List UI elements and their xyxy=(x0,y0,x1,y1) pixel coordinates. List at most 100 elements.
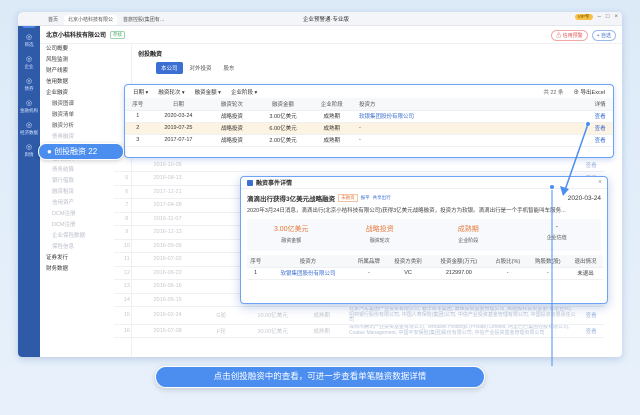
cell-investor xyxy=(344,158,579,172)
cell-detail[interactable]: 查看 xyxy=(587,134,613,147)
table-header: 企业阶段 xyxy=(308,98,355,111)
table-row: 1 软银集团股份有限公司 - VC 212997.00- - 未退出 xyxy=(247,267,603,280)
sidebar-item-label: 保险信息 xyxy=(52,244,75,250)
table-header: 序号 xyxy=(247,255,265,268)
sidebar-item[interactable]: 风险监测 xyxy=(40,55,131,66)
cell-stage xyxy=(298,158,345,172)
filter-dropdown[interactable]: 融资金额 ▾ xyxy=(195,88,221,96)
cell-round: G轮 xyxy=(195,306,247,325)
cell-stage: 成熟期 xyxy=(298,324,345,338)
titlebar-tab[interactable]: 首页 xyxy=(44,15,62,25)
export-excel-button[interactable]: ⊕ 导出Excel xyxy=(574,88,605,96)
financing-event-modal: 融资事件详情 × 滴滴出行获得3亿美元战略融资 未融资 报平 共享出行 2020… xyxy=(240,176,608,304)
sidebar-item[interactable]: 信用数据 xyxy=(40,77,131,88)
sidebar-item-label: 风险监测 xyxy=(46,57,69,63)
cell-investor[interactable]: 软银集团股份有限公司 xyxy=(264,267,352,280)
venture-financing-callout[interactable]: ● 创投融资 22 xyxy=(38,143,124,160)
sidebar-item[interactable]: 财产线索 xyxy=(40,66,131,77)
table-row: 16 2015-07-08 F轮 30.00亿美元 成熟期 深圳市腾讯产业投资基金有限公司… xyxy=(114,324,604,338)
cell-round: F轮 xyxy=(195,324,247,338)
leftbar-item-label: 债券 xyxy=(24,86,34,91)
subtab[interactable]: 本公司 xyxy=(156,62,183,74)
cell-investor: 北京汽车集团产业投资有限公司, 春华资本集团, 鼎晖投资基金管理公司, 民航股权… xyxy=(344,306,579,325)
leftbar-item-label: 金融机构 xyxy=(20,108,38,113)
sidebar-item[interactable]: 债券融资 xyxy=(40,132,131,143)
maximize-icon[interactable]: □ xyxy=(606,14,610,20)
sidebar-item-label: 融资清单 xyxy=(52,112,75,118)
subtabs: 本公司 对外投资 股东 xyxy=(132,58,622,74)
modal-close-icon[interactable]: × xyxy=(598,179,602,186)
cell-detail[interactable]: 查看 xyxy=(587,110,613,123)
financing-table-panel: 日期 ▾ 融资轮次 ▾ 融资金额 ▾ 企业阶段 ▾ 共 22 条 ⊕ 导出Excel … xyxy=(124,84,614,158)
cell-exit: 未退出 xyxy=(568,267,603,280)
pointer-marker xyxy=(585,121,591,127)
sidebar-item[interactable]: 融资分析 xyxy=(40,121,131,132)
filter-dropdown[interactable]: 融资轮次 ▾ xyxy=(158,88,184,96)
cell-no: 5 xyxy=(114,171,140,186)
modal-icon xyxy=(247,179,253,186)
cell-amount: 212997.00 xyxy=(429,267,488,280)
cell-date: 2020-03-24 xyxy=(150,110,207,123)
cell-no: 15 xyxy=(114,306,140,325)
leftbar-item-label: 目选 xyxy=(24,42,34,47)
cell-detail[interactable]: 查看 xyxy=(587,122,613,135)
minimize-icon[interactable]: – xyxy=(598,14,601,20)
leftbar-item-5[interactable]: ◎ 舆情 xyxy=(18,140,40,162)
sidebar-item[interactable]: 企业融资 xyxy=(40,88,131,99)
vip-badge[interactable]: VIP专 xyxy=(574,14,593,20)
credit-warning-button[interactable]: ⚠ 信用预警 xyxy=(551,30,588,41)
sidebar-item[interactable]: 公司概要 xyxy=(40,44,131,55)
sidebar-item-label: 公司概要 xyxy=(46,46,69,52)
leftbar-item-2[interactable]: ◎ 债券 xyxy=(18,74,40,96)
cell-round: 战略投资 xyxy=(206,134,258,147)
cell-investor[interactable]: - xyxy=(355,122,588,135)
titlebar-tab[interactable]: 北京小桔科技有限公 xyxy=(64,14,118,25)
stat-block: 战略投资 融资轮次 xyxy=(336,219,425,251)
subtab[interactable]: 对外投资 xyxy=(185,62,217,74)
record-count: 共 22 条 xyxy=(543,89,564,96)
cell-detail[interactable]: 查看 xyxy=(578,158,604,172)
sidebar-item-label: 债务结算 xyxy=(52,167,75,173)
stat-value: 成熟期 xyxy=(457,226,479,233)
sidebar-item-label: 信用数据 xyxy=(46,79,69,85)
close-icon[interactable]: × xyxy=(614,14,618,20)
event-tag[interactable]: 报平 xyxy=(361,195,370,201)
subtab[interactable]: 股东 xyxy=(219,62,240,74)
titlebar-tab[interactable]: 首旅控股(集团有… xyxy=(119,15,169,25)
leftbar-item-1[interactable]: ◎ 企业 xyxy=(18,52,40,74)
sidebar-item-label: DCM注册 xyxy=(52,211,76,217)
sidebar-item-label: 财产线索 xyxy=(46,68,69,74)
filter-dropdown[interactable]: 企业阶段 ▾ xyxy=(231,88,257,96)
stat-block: 3.00亿美元 融资金额 xyxy=(247,219,336,251)
callout-label: 创投融资 22 xyxy=(54,147,98,156)
cell-date: 2016-09-09 xyxy=(139,239,196,253)
leftbar-item-3[interactable]: ◎ 金融机构 xyxy=(18,96,40,118)
table-header: 融资金额 xyxy=(257,98,309,111)
filter-dropdown[interactable]: 日期 ▾ xyxy=(133,88,148,96)
add-favorite-button[interactable]: + 自选 xyxy=(591,30,616,41)
cell-investor[interactable]: 软银集团股份有限公司 xyxy=(355,110,588,123)
left-nav-rail: ⚡ ◎目选◎企业◎债券◎金融机构◎经济数据◎舆情 xyxy=(18,12,40,357)
cell-round: 战略投资 xyxy=(206,122,258,135)
leftbar-item-4[interactable]: ◎ 经济数据 xyxy=(18,118,40,140)
table-row: 1 2020-03-24 战略投资 3.00亿美元 成熟期 软银集团股份有限公司 查看 xyxy=(125,110,613,123)
table-header: 购股数(股) xyxy=(527,255,569,268)
stat-value: 战略投资 xyxy=(365,226,394,233)
titlebar: 首页 北京小桔科技有限公 首旅控股(集团有… 企业预警通·专业版 VIP专 – □ … xyxy=(18,12,622,26)
cell-no: 3 xyxy=(125,134,151,147)
leftbar-item-0[interactable]: ◎ 目选 xyxy=(18,30,40,52)
cell-detail[interactable]: 查看 xyxy=(578,306,604,325)
event-title: 滴滴出行获得3亿美元战略融资 xyxy=(247,196,336,203)
cell-investor[interactable]: - xyxy=(355,134,588,147)
cell-no: 11 xyxy=(114,252,140,267)
cell-no: 10 xyxy=(114,239,140,253)
sidebar-item[interactable]: 融资图谱 xyxy=(40,99,131,110)
stat-block: - 企业估值 xyxy=(513,219,602,251)
company-name: 北京小桔科技有限公司 xyxy=(46,33,107,39)
event-tag[interactable]: 共享出行 xyxy=(373,195,391,201)
table-row: 3 2017-07-17 战略投资 2.00亿美元 成熟期 - 查看 xyxy=(125,134,613,147)
cell-date: 2016-10-05 xyxy=(139,158,196,172)
cell-round: 战略投资 xyxy=(206,110,258,123)
sidebar-item[interactable]: 融资清单 xyxy=(40,110,131,121)
cell-detail[interactable]: 查看 xyxy=(578,324,604,338)
